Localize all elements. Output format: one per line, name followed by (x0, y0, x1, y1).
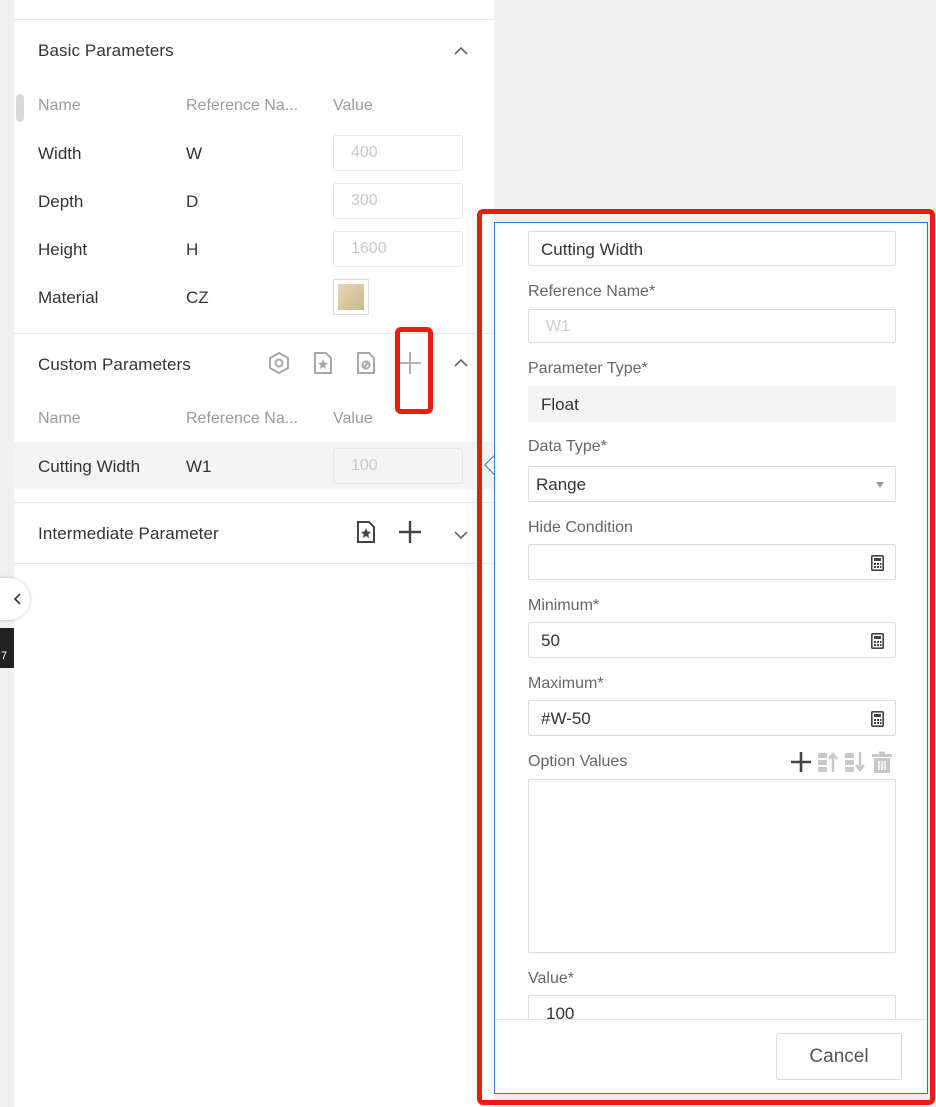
import-file-icon[interactable] (354, 520, 378, 544)
intermediate-parameter-title[interactable]: Intermediate Parameter (38, 524, 219, 544)
chevron-left-icon (14, 593, 21, 605)
param-reference: D (186, 192, 199, 211)
panel-scrollbar[interactable] (16, 94, 24, 122)
param-value-input[interactable]: 100 (333, 448, 463, 484)
import-file-icon[interactable] (311, 351, 335, 375)
column-header-value: Value (333, 97, 373, 114)
param-name: Height (38, 240, 88, 259)
param-reference: W1 (186, 457, 212, 476)
param-reference: W (186, 144, 203, 163)
section-divider (14, 563, 494, 564)
chevron-down-icon[interactable] (454, 528, 468, 542)
param-value-input[interactable]: 1600 (333, 231, 463, 267)
basic-parameters-title[interactable]: Basic Parameters (38, 41, 174, 61)
collapse-panel-tab[interactable] (0, 578, 30, 620)
section-divider (14, 502, 494, 503)
chevron-up-icon[interactable] (454, 44, 468, 58)
highlight-annotation (477, 209, 935, 1105)
param-name: Cutting Width (38, 457, 141, 476)
param-name: Material (38, 288, 99, 307)
column-header-reference: Reference Na... (186, 97, 299, 114)
param-value-input[interactable]: 300 (333, 183, 463, 219)
add-icon[interactable] (398, 520, 422, 544)
param-name: Depth (38, 192, 84, 211)
parameter-panel: Basic Parameters Name Reference Na... Va… (0, 0, 494, 1107)
hexagon-settings-icon[interactable] (267, 351, 291, 375)
side-chip: 7 (0, 628, 14, 668)
custom-parameters-title[interactable]: Custom Parameters (38, 355, 191, 375)
column-header-value: Value (333, 410, 373, 427)
param-value-input[interactable]: 400 (333, 135, 463, 171)
chevron-up-icon[interactable] (454, 356, 468, 370)
column-header-name: Name (38, 97, 81, 114)
material-swatch (338, 284, 364, 310)
highlight-annotation (395, 327, 433, 414)
param-reference: CZ (186, 288, 209, 307)
top-strip (14, 0, 494, 20)
column-header-reference: Reference Na... (186, 410, 299, 427)
column-header-name: Name (38, 410, 81, 427)
param-name: Width (38, 144, 82, 163)
export-file-icon[interactable] (354, 351, 378, 375)
param-reference: H (186, 240, 199, 259)
material-thumbnail[interactable] (333, 279, 369, 315)
